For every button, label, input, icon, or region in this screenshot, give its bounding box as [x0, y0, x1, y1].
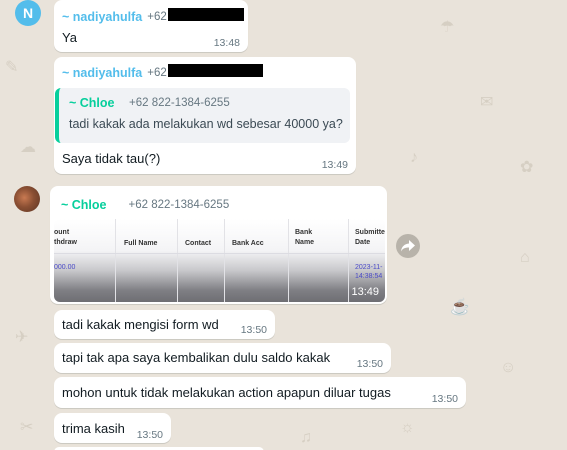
message-text: trima kasih: [62, 421, 125, 436]
image-attachment[interactable]: ount thdraw Full Name Contact Bank Acc B…: [54, 219, 385, 302]
column-header: Full Name: [124, 240, 158, 247]
table-column: Bank Acc: [225, 219, 289, 302]
column-header: Contact: [185, 240, 212, 247]
message-text: tadi kakak mengisi form wd: [62, 317, 219, 332]
sender-name[interactable]: ~ nadiyahulfa: [62, 66, 142, 80]
message-text: mohon untuk tidak melakukan action apapu…: [62, 385, 391, 400]
message-bubble[interactable]: ~ nadiyahulfa +62 Ya 13:48: [54, 0, 248, 52]
table-column: Contact: [178, 219, 225, 302]
message-bubble[interactable]: tapi tak apa saya kembalikan dulu saldo …: [54, 343, 391, 373]
sender-line: ~ nadiyahulfa +62: [62, 10, 167, 24]
quoted-sender-name: ~ Chloe: [69, 96, 115, 110]
sender-phone: +62 822-1384-6255: [128, 199, 230, 211]
redacted-phone: [168, 8, 244, 21]
avatar-chloe[interactable]: [14, 186, 40, 212]
quoted-text: tadi kakak ada melakukan wd sebesar 4000…: [69, 117, 343, 131]
message-time: 13:49: [321, 159, 348, 171]
sender-name[interactable]: ~ Chloe: [61, 198, 107, 212]
quoted-sender-phone: +62 822-1384-6255: [129, 97, 230, 109]
message-time: 13:50: [240, 324, 267, 336]
sender-line: ~ Chloe +62 822-1384-6255: [61, 198, 229, 212]
message-text: tapi tak apa saya kembalikan dulu saldo …: [62, 350, 331, 365]
message-bubble[interactable]: ~ nadiyahulfa +62 ~ Chloe +62 822-1384-6…: [54, 57, 356, 174]
message-text: Saya tidak tau(?): [62, 151, 161, 166]
avatar-nadiyahulfa[interactable]: N: [15, 0, 41, 26]
forward-icon: [401, 240, 415, 252]
table-column: Full Name: [116, 219, 178, 302]
column-header: Submitte Date: [355, 229, 385, 246]
sender-phone: +62: [147, 11, 167, 23]
table-column: Bank Name: [289, 219, 349, 302]
table-header-divider: [54, 253, 385, 254]
message-text: Ya: [62, 30, 77, 45]
table-column: ount thdraw: [54, 219, 116, 302]
column-header: Bank Name: [295, 229, 315, 246]
forward-button[interactable]: [396, 234, 420, 258]
redacted-phone: [168, 64, 263, 77]
sender-phone: +62: [147, 67, 167, 79]
sender-line: ~ nadiyahulfa +62: [62, 66, 167, 80]
table-cell: 000.00: [54, 264, 76, 271]
message-bubble[interactable]: mohon untuk tidak melakukan action apapu…: [54, 377, 466, 408]
message-time: 13:50: [431, 393, 458, 405]
message-time: 13:50: [356, 358, 383, 370]
message-time: 13:48: [213, 37, 240, 49]
column-header: Bank Acc: [232, 240, 264, 247]
message-time: 13:50: [136, 429, 163, 441]
table-cell: 2023-11- 14:38:54: [355, 264, 383, 280]
message-time: 13:49: [351, 286, 379, 298]
message-bubble[interactable]: tadi kakak mengisi form wd 13:50: [54, 310, 275, 339]
column-header: ount thdraw: [54, 229, 77, 246]
quoted-message[interactable]: ~ Chloe +62 822-1384-6255 tadi kakak ada…: [55, 88, 350, 143]
sender-name[interactable]: ~ nadiyahulfa: [62, 10, 142, 24]
avatar-letter: N: [22, 5, 34, 21]
message-bubble[interactable]: trima kasih 13:50: [54, 413, 171, 443]
